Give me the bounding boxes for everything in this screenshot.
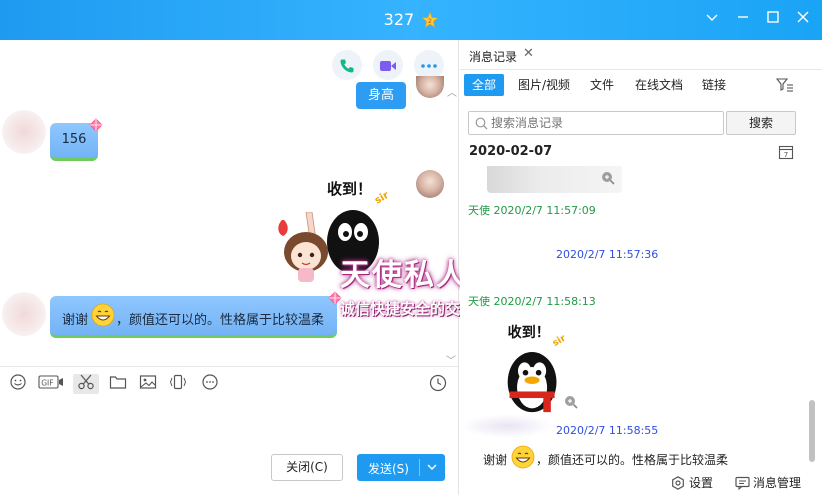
history-message-prefix: 谢谢 bbox=[483, 453, 508, 467]
chevron-down-icon[interactable] bbox=[702, 10, 722, 30]
title-bar: 327 2 bbox=[0, 0, 822, 40]
more-dots-icon bbox=[421, 63, 437, 68]
message-manage-icon[interactable] bbox=[735, 476, 750, 490]
input-toolbar: GIF bbox=[0, 366, 459, 400]
chat-panel: 身高 ︿ 156 收到！ sir 天使私人订制 诚信快捷安全的交友平台 谢谢 ，… bbox=[0, 40, 530, 495]
anime-girl-sticker-icon bbox=[278, 212, 328, 282]
svg-text:收到！: 收到！ bbox=[508, 324, 550, 341]
message-text-prefix: 谢谢 bbox=[62, 313, 89, 328]
history-sticker-image[interactable]: 收到！ sir bbox=[487, 316, 579, 420]
history-meta: 2020/2/7 11:57:36 bbox=[556, 248, 659, 261]
send-button-label: 发送(S) bbox=[368, 462, 409, 476]
search-icon bbox=[475, 117, 488, 130]
history-scrollbar[interactable] bbox=[809, 400, 815, 462]
message-bubble-peer[interactable]: 谢谢 ，颜值还可以的。性格属于比较温柔 bbox=[50, 296, 337, 338]
grin-emoji-icon bbox=[511, 445, 535, 469]
history-tab-title[interactable]: 消息记录 bbox=[469, 48, 517, 65]
chevron-down-icon[interactable] bbox=[426, 459, 438, 475]
history-tab-header: 消息记录 ✕ bbox=[460, 40, 822, 70]
filter-online-docs[interactable]: 在线文档 bbox=[627, 74, 691, 96]
zoom-in-icon[interactable] bbox=[600, 170, 616, 186]
close-button[interactable]: 关闭(C) bbox=[271, 454, 343, 481]
filter-settings-icon[interactable] bbox=[776, 77, 794, 93]
minimize-icon[interactable] bbox=[733, 10, 753, 30]
video-camera-icon bbox=[380, 60, 396, 71]
shake-window-icon[interactable] bbox=[167, 374, 189, 394]
close-icon[interactable] bbox=[793, 10, 813, 30]
settings-gear-icon[interactable] bbox=[671, 476, 685, 490]
send-button[interactable]: 发送(S) bbox=[357, 454, 445, 481]
window-title: 327 bbox=[383, 10, 415, 29]
close-tab-icon[interactable]: ✕ bbox=[523, 46, 534, 61]
image-icon[interactable] bbox=[137, 374, 159, 394]
avatar[interactable] bbox=[2, 110, 46, 154]
history-footer: 设置 消息管理 bbox=[460, 470, 822, 495]
grin-emoji-icon bbox=[91, 303, 115, 327]
calendar-icon[interactable]: 7 bbox=[778, 144, 794, 160]
avatar[interactable] bbox=[2, 292, 46, 336]
gif-icon[interactable]: GIF bbox=[38, 374, 64, 394]
phone-icon bbox=[340, 59, 354, 73]
svg-text:收到！: 收到！ bbox=[327, 180, 372, 198]
window-title-wrap: 327 2 bbox=[0, 9, 822, 29]
avatar[interactable] bbox=[416, 170, 444, 198]
video-call-button[interactable] bbox=[373, 50, 403, 80]
filter-files[interactable]: 文件 bbox=[582, 74, 622, 96]
message-text: 156 bbox=[61, 132, 87, 147]
history-date: 2020-02-07 bbox=[469, 144, 553, 159]
history-search-field bbox=[468, 111, 724, 135]
zoom-in-icon[interactable] bbox=[563, 394, 579, 410]
level-star-icon: 2 bbox=[422, 11, 439, 28]
voice-call-button[interactable] bbox=[332, 50, 362, 80]
blurred-name bbox=[460, 414, 554, 438]
svg-text:GIF: GIF bbox=[41, 379, 53, 388]
history-meta: 天使 2020/2/7 11:58:13 bbox=[468, 295, 596, 308]
filter-all[interactable]: 全部 bbox=[464, 74, 505, 96]
svg-text:7: 7 bbox=[784, 151, 788, 159]
svg-text:sir: sir bbox=[551, 333, 568, 349]
history-image-thumbnail[interactable] bbox=[487, 166, 622, 193]
avatar[interactable] bbox=[416, 76, 444, 98]
history-clock-icon[interactable] bbox=[427, 374, 449, 394]
message-text: 身高 bbox=[368, 88, 395, 103]
svg-text:sir: sir bbox=[373, 190, 391, 207]
scroll-down-icon[interactable]: ﹀ bbox=[446, 352, 456, 367]
history-meta: 天使 2020/2/7 11:57:09 bbox=[468, 204, 596, 217]
folder-icon[interactable] bbox=[107, 374, 129, 394]
more-options-icon[interactable] bbox=[199, 374, 221, 394]
search-button[interactable]: 搜索 bbox=[726, 111, 796, 135]
history-search-input[interactable] bbox=[491, 114, 717, 132]
emoji-icon[interactable] bbox=[7, 374, 29, 394]
screenshot-scissors-icon[interactable] bbox=[73, 374, 99, 394]
maximize-icon[interactable] bbox=[763, 10, 783, 30]
scroll-up-icon[interactable]: ︿ bbox=[447, 84, 457, 99]
svg-text:2: 2 bbox=[428, 17, 432, 25]
send-divider bbox=[419, 459, 420, 476]
history-message-text: ，颜值还可以的。性格属于比较温柔 bbox=[536, 453, 729, 467]
message-manage-button[interactable]: 消息管理 bbox=[753, 474, 801, 491]
filter-links[interactable]: 链接 bbox=[694, 74, 734, 96]
filter-media[interactable]: 图片/视频 bbox=[510, 74, 578, 96]
settings-button[interactable]: 设置 bbox=[689, 474, 713, 491]
kite-icon bbox=[89, 118, 103, 132]
history-meta: 2020/2/7 11:58:55 bbox=[556, 424, 659, 437]
kite-icon bbox=[328, 291, 342, 305]
message-text: ，颜值还可以的。性格属于比较温柔 bbox=[116, 313, 325, 328]
message-bubble-self[interactable]: 身高 bbox=[356, 82, 407, 109]
message-history-panel: 消息记录 ✕ 全部 图片/视频 文件 在线文档 链接 搜索 2020-02-07… bbox=[460, 40, 822, 495]
history-filter-tabs: 全部 图片/视频 文件 在线文档 链接 bbox=[460, 74, 822, 96]
